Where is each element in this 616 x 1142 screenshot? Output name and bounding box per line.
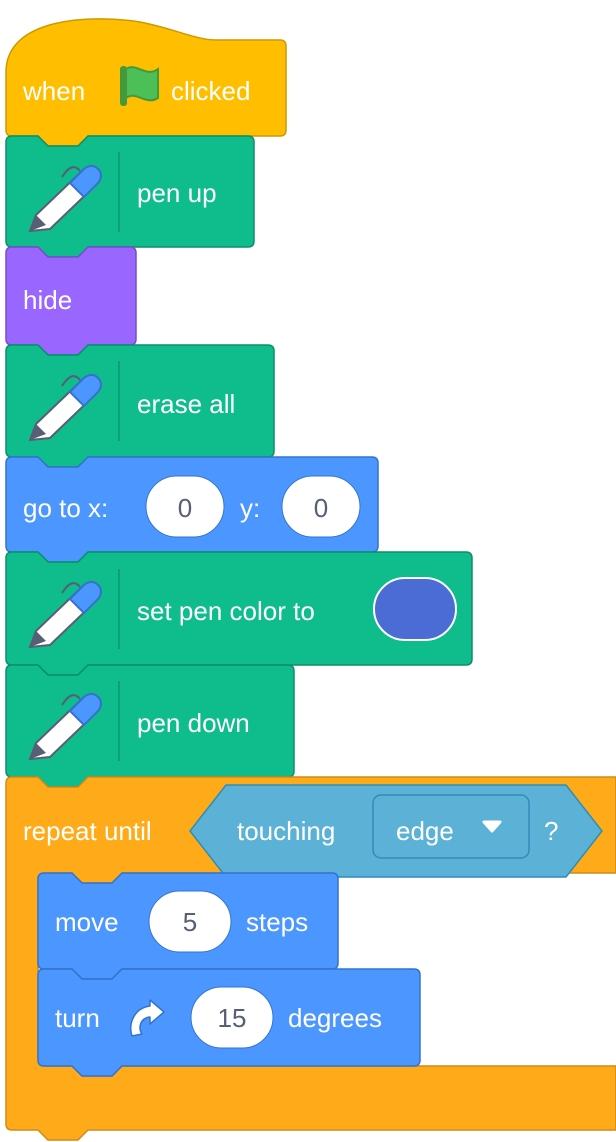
go-to-x-label: go to x: <box>23 493 109 523</box>
pen-up-block[interactable] <box>5 135 255 258</box>
clicked-label: clicked <box>171 76 251 106</box>
steps-label: steps <box>246 907 309 937</box>
turn-degrees-value: 15 <box>217 1003 247 1033</box>
repeat-until-label: repeat until <box>23 816 152 846</box>
degrees-label: degrees <box>288 1003 382 1033</box>
touching-label: touching <box>237 816 336 846</box>
move-steps-value: 5 <box>182 907 198 937</box>
when-label: when <box>23 76 86 106</box>
x-value: 0 <box>177 493 193 523</box>
y-label: y: <box>240 493 261 523</box>
pen-down-label: pen down <box>137 708 250 738</box>
turn-label: turn <box>55 1003 100 1033</box>
erase-all-label: erase all <box>137 389 236 419</box>
pen-color-swatch[interactable] <box>373 577 457 641</box>
move-label: move <box>55 907 119 937</box>
question-label: ? <box>544 816 559 846</box>
set-pen-color-label: set pen color to <box>137 596 315 626</box>
y-value: 0 <box>313 493 329 523</box>
hide-label: hide <box>23 285 73 315</box>
pen-up-label: pen up <box>137 178 217 208</box>
edge-value: edge <box>396 816 454 846</box>
